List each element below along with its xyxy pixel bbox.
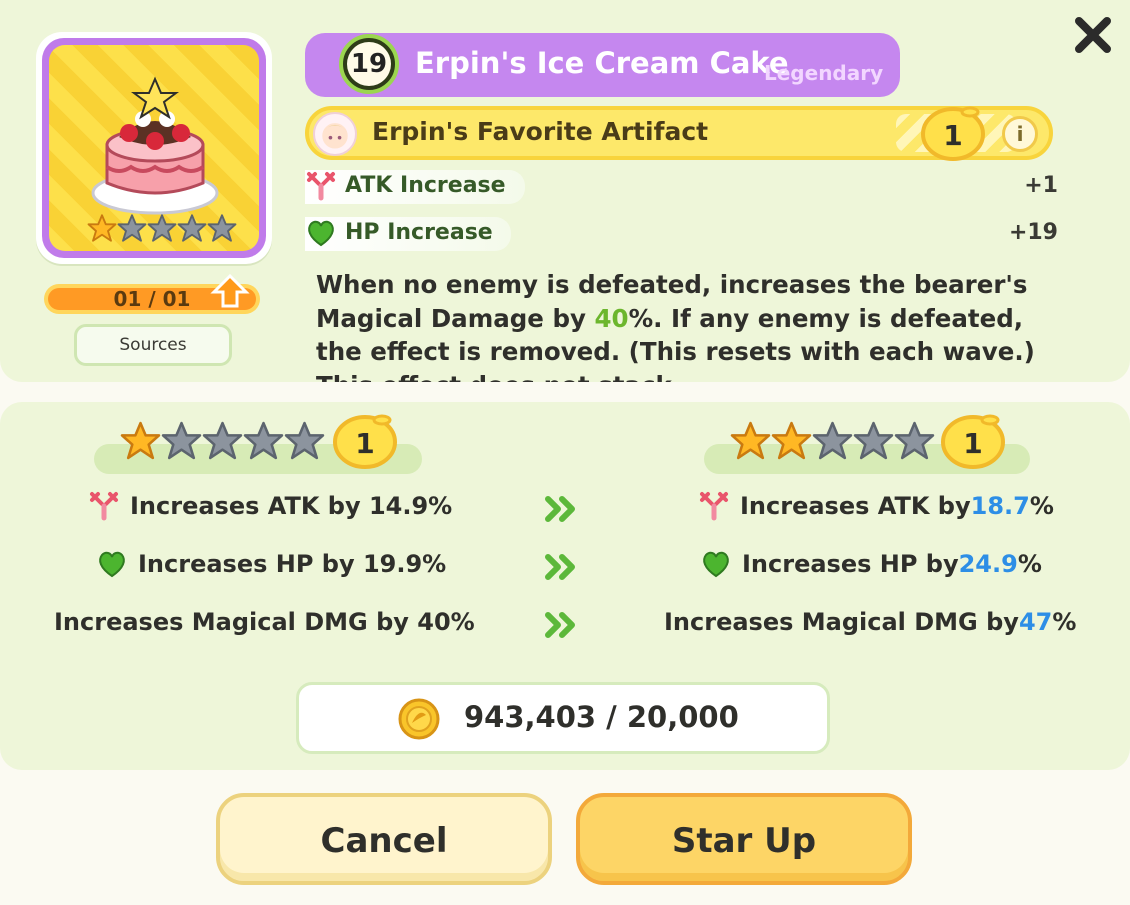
star-empty-icon xyxy=(853,421,894,460)
star-up-button[interactable]: Star Up xyxy=(576,793,912,885)
star-empty-icon xyxy=(207,214,237,242)
card-star-rating xyxy=(87,213,237,243)
stat-value: +19 xyxy=(1008,220,1058,245)
artifact-name: Erpin's Ice Cream Cake xyxy=(415,46,789,80)
cake-icon xyxy=(91,76,219,215)
hp-heart-icon xyxy=(308,220,334,247)
sources-button[interactable]: Sources xyxy=(74,324,232,366)
next-atk-prefix: Increases ATK by xyxy=(740,492,971,520)
star-filled-icon xyxy=(771,421,812,460)
star-filled-icon xyxy=(87,214,117,242)
star-empty-icon xyxy=(177,214,207,242)
info-button[interactable]: i xyxy=(1002,116,1038,152)
double-chevron-icon xyxy=(545,554,575,580)
next-lemon-icon: 1 xyxy=(941,414,1005,469)
current-atk-text: Increases ATK by 14.9% xyxy=(130,492,453,520)
star-filled-icon xyxy=(730,421,771,460)
cancel-button[interactable]: Cancel xyxy=(216,793,552,885)
star-empty-icon xyxy=(147,214,177,242)
star-empty-icon xyxy=(161,421,202,460)
next-atk-suffix: % xyxy=(1029,492,1054,520)
artifact-description: When no enemy is defeated, increases the… xyxy=(316,268,1046,382)
current-magic-text: Increases Magical DMG by 40% xyxy=(54,608,475,636)
level-number: 19 xyxy=(347,42,391,86)
upgrade-arrow-icon xyxy=(210,273,250,308)
next-hp-line: Increases HP by 24.9% xyxy=(698,548,1042,580)
atk-icon xyxy=(307,172,335,201)
artifact-card xyxy=(36,32,272,264)
star-empty-icon xyxy=(202,421,243,460)
next-lemon-value: 1 xyxy=(963,427,982,460)
current-hp-line: Increases HP by 19.9% xyxy=(94,548,446,580)
current-atk-line: Increases ATK by 14.9% xyxy=(86,490,452,522)
lemon-badge-icon: 1 xyxy=(921,106,985,161)
star-empty-icon xyxy=(243,421,284,460)
favorite-lemon-value: 1 xyxy=(943,119,962,152)
star-filled-icon xyxy=(120,421,161,460)
current-hp-text: Increases HP by 19.9% xyxy=(138,550,447,578)
next-star-rating xyxy=(730,420,935,461)
next-atk-value: 18.7 xyxy=(970,492,1030,520)
double-chevron-icon xyxy=(545,496,575,522)
atk-icon xyxy=(90,492,118,521)
stat-row-hp: HP Increase +19 xyxy=(305,217,1063,251)
stat-label: ATK Increase xyxy=(345,173,506,198)
current-lemon-value: 1 xyxy=(355,427,374,460)
next-atk-line: Increases ATK by 18.7% xyxy=(696,490,1054,522)
cookie-avatar xyxy=(313,112,357,156)
stat-row-atk: ATK Increase +1 xyxy=(305,170,1063,204)
favorite-artifact-text: Erpin's Favorite Artifact xyxy=(372,117,709,146)
current-star-rating xyxy=(120,420,325,461)
next-magic-suffix: % xyxy=(1052,608,1077,636)
cost-text: 943,403 / 20,000 xyxy=(464,700,739,734)
star-empty-icon xyxy=(894,421,935,460)
next-hp-prefix: Increases HP by xyxy=(742,550,959,578)
current-lemon-icon: 1 xyxy=(333,414,397,469)
next-hp-suffix: % xyxy=(1017,550,1042,578)
stat-label: HP Increase xyxy=(345,220,493,245)
next-magic-line: Increases Magical DMG by 47% xyxy=(664,608,1076,636)
stat-value: +1 xyxy=(1024,173,1058,198)
description-highlight: 40 xyxy=(594,303,629,333)
next-magic-value: 47 xyxy=(1018,608,1053,636)
star-empty-icon xyxy=(812,421,853,460)
hp-heart-icon xyxy=(703,551,729,578)
hp-heart-icon xyxy=(99,551,125,578)
rarity-label: Legendary xyxy=(764,61,884,85)
double-chevron-icon xyxy=(545,612,575,638)
level-badge: 19 xyxy=(339,34,399,94)
current-magic-line: Increases Magical DMG by 40% xyxy=(54,608,475,636)
next-magic-prefix: Increases Magical DMG by xyxy=(664,608,1019,636)
next-hp-value: 24.9 xyxy=(958,550,1018,578)
coin-icon xyxy=(398,698,440,740)
star-empty-icon xyxy=(284,421,325,460)
close-icon[interactable] xyxy=(1070,12,1116,58)
atk-icon xyxy=(700,492,728,521)
star-empty-icon xyxy=(117,214,147,242)
